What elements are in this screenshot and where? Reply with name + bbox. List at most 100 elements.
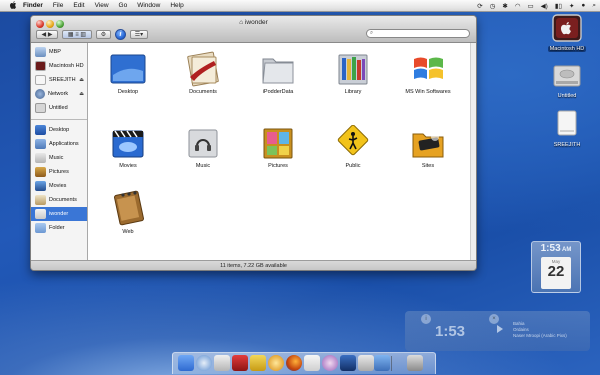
sidebar-item-applications[interactable]: Applications: [31, 137, 87, 151]
search-field[interactable]: ⌕: [366, 29, 470, 38]
sidebar-item-music[interactable]: Music: [31, 151, 87, 165]
display-icon[interactable]: ▭: [527, 2, 533, 10]
app-gray-dock-icon[interactable]: [358, 355, 374, 371]
dash-clock-time: 1:53: [435, 323, 466, 340]
menu-file[interactable]: File: [48, 2, 68, 9]
list-view-icon[interactable]: ≡: [75, 32, 79, 38]
sidebar-item-movies[interactable]: Movies: [31, 179, 87, 193]
icon-view-icon[interactable]: ▦: [68, 31, 74, 38]
back-arrow-icon[interactable]: ◀: [42, 31, 47, 38]
sidebar-item-mbp[interactable]: MBP: [31, 45, 87, 59]
external-drive-icon: [35, 75, 46, 85]
safari-dock-icon[interactable]: [196, 355, 212, 371]
bluetooth2-icon[interactable]: ✦: [569, 2, 574, 10]
play-icon[interactable]: [497, 325, 503, 333]
file-item-movies[interactable]: Movies: [93, 125, 163, 169]
documents-folder-icon: [187, 51, 219, 87]
eject-icon[interactable]: ⏏: [79, 77, 84, 83]
file-item-music[interactable]: Music: [168, 125, 238, 169]
menu-go[interactable]: Go: [114, 2, 133, 9]
file-item-sites[interactable]: Sites: [393, 125, 463, 169]
file-item-ms-win-softwares[interactable]: MS Win Softwares: [393, 51, 463, 95]
menu-view[interactable]: View: [90, 2, 114, 9]
pictures-icon: [35, 167, 46, 177]
sidebar-item-desktop[interactable]: Desktop: [31, 123, 87, 137]
finder-dock-icon[interactable]: [178, 355, 194, 371]
itunes-widget[interactable]: i 1:53 × Bahia Ordains Naser Mroopi (Ara…: [405, 311, 590, 351]
desktop-item-untitled[interactable]: Untitled: [537, 63, 597, 99]
file-item-public[interactable]: Public: [318, 125, 388, 169]
menu-finder[interactable]: Finder: [18, 2, 48, 9]
sidebar-item-untitled[interactable]: Untitled: [31, 101, 87, 115]
user-icon[interactable]: ●: [581, 2, 585, 9]
calendar-widget: May 22: [541, 257, 571, 289]
bluetooth-icon[interactable]: ✱: [502, 2, 507, 10]
sidebar-item-sreejith[interactable]: SREEJITH ⏏: [31, 73, 87, 87]
sidebar-item-folder[interactable]: Folder: [31, 221, 87, 235]
calendar-day: 22: [547, 263, 565, 280]
spotlight-icon[interactable]: ⌕: [592, 2, 596, 10]
close-icon[interactable]: ×: [489, 314, 499, 324]
file-item-desktop[interactable]: Desktop: [93, 51, 163, 95]
app-blue-dock-icon[interactable]: [374, 355, 390, 371]
hard-drive-icon: [552, 14, 582, 42]
time-machine-icon[interactable]: ◷: [490, 2, 496, 10]
forward-arrow-icon[interactable]: ▶: [48, 31, 53, 38]
music-icon: [35, 153, 46, 163]
trash-dock-icon[interactable]: [407, 355, 423, 371]
public-folder-icon: [337, 125, 369, 156]
menu-help[interactable]: Help: [165, 2, 188, 9]
search-icon: ⌕: [370, 30, 374, 36]
title-bar[interactable]: ⌂ iwonder ◀ ▶ ▦ ≡ ▥ ⚙ i ☰▾ ⌕: [31, 16, 476, 43]
column-view-icon[interactable]: ▥: [80, 31, 86, 38]
menu-window[interactable]: Window: [132, 2, 165, 9]
file-item-pictures[interactable]: Pictures: [243, 125, 313, 169]
desktop-item-sreejith[interactable]: SREEJITH: [537, 108, 597, 148]
desktop-item-label: Untitled: [557, 93, 577, 99]
external-drive-icon: [557, 110, 577, 136]
sync-icon[interactable]: ⟳: [477, 2, 482, 10]
clock-time: 1:53 AM: [540, 243, 572, 254]
sidebar-item-documents[interactable]: Documents: [31, 193, 87, 207]
file-item-web[interactable]: Web: [93, 189, 163, 235]
hard-drive-icon: [35, 61, 46, 71]
folder-icon: [35, 223, 46, 233]
apple-menu-icon[interactable]: [8, 0, 18, 11]
sidebar-item-macintosh-hd[interactable]: Macintosh HD: [31, 59, 87, 73]
clock-widget[interactable]: 1:53 AM May 22: [531, 241, 581, 293]
eject-icon[interactable]: ⏏: [79, 91, 84, 97]
photoshop-dock-icon[interactable]: [340, 355, 356, 371]
finder-window: ⌂ iwonder ◀ ▶ ▦ ≡ ▥ ⚙ i ☰▾ ⌕ MBP Macinto…: [30, 15, 477, 271]
volume-icon[interactable]: ◀): [541, 2, 548, 10]
sidebar-item-iwonder[interactable]: iwonder: [31, 207, 87, 221]
info-icon[interactable]: i: [421, 314, 431, 324]
ical-dock-icon[interactable]: [304, 355, 320, 371]
vertical-scrollbar[interactable]: [470, 43, 476, 260]
app-purple-dock-icon[interactable]: [322, 355, 338, 371]
menu-edit[interactable]: Edit: [68, 2, 89, 9]
back-forward-button[interactable]: ◀ ▶: [36, 30, 58, 39]
arrange-button[interactable]: ☰▾: [130, 30, 148, 39]
file-item-ipodderdata[interactable]: iPodderData: [243, 51, 313, 95]
now-playing-info: Bahia Ordains Naser Mroopi (Arabic Pixs): [513, 321, 567, 338]
movies-folder-icon: [112, 130, 144, 158]
sidebar-item-network[interactable]: Network ⏏: [31, 87, 87, 101]
file-item-library[interactable]: Library: [318, 51, 388, 95]
gear-icon: ⚙: [100, 32, 107, 38]
app-yellow-dock-icon[interactable]: [250, 355, 266, 371]
battery-icon[interactable]: ▮▯: [555, 2, 562, 10]
web-folder-icon: [114, 190, 144, 226]
mail-dock-icon[interactable]: [214, 355, 230, 371]
computer-icon: [35, 47, 46, 57]
get-info-button[interactable]: i: [115, 29, 126, 40]
desktop-icon: [35, 125, 46, 135]
view-mode-buttons[interactable]: ▦ ≡ ▥: [62, 30, 92, 39]
firefox-dock-icon[interactable]: [286, 355, 302, 371]
airport-icon[interactable]: ◠: [515, 2, 521, 10]
action-button[interactable]: ⚙: [96, 30, 111, 39]
app-orange-dock-icon[interactable]: [268, 355, 284, 371]
app-red-dock-icon[interactable]: [232, 355, 248, 371]
file-item-documents[interactable]: Documents: [168, 51, 238, 95]
sidebar-item-pictures[interactable]: Pictures: [31, 165, 87, 179]
desktop-item-macintosh-hd[interactable]: Macintosh HD: [537, 14, 597, 52]
